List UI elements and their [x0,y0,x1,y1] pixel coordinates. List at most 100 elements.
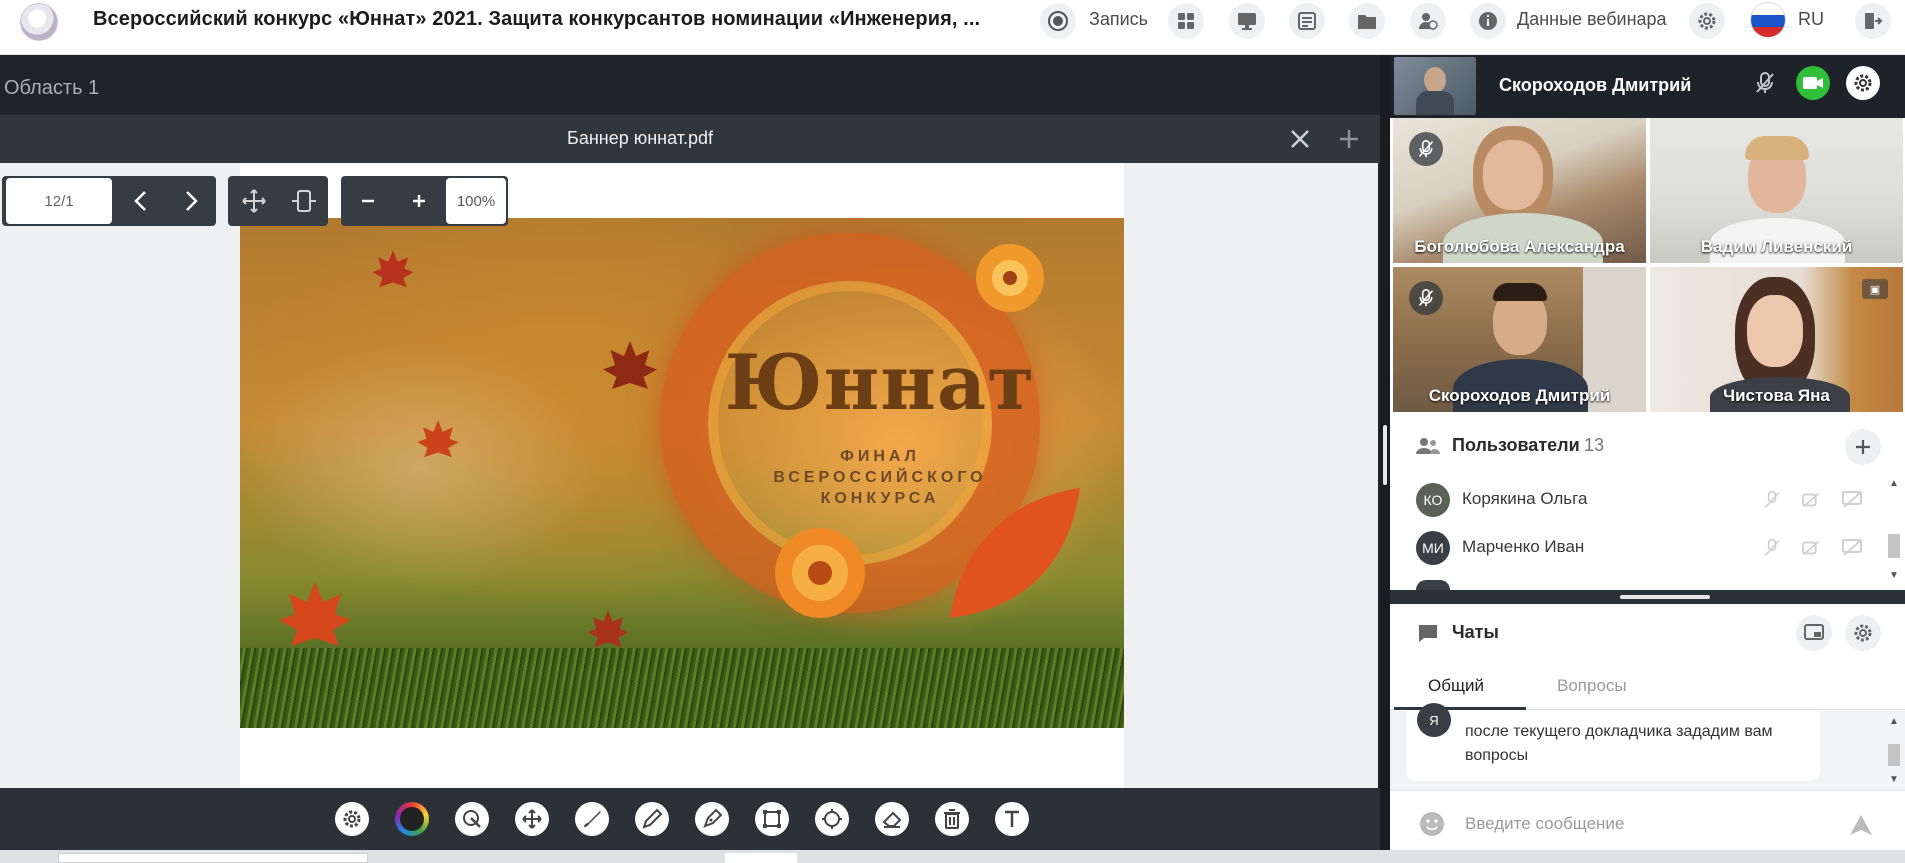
close-document-button[interactable] [1288,127,1312,151]
camera-icon [1803,77,1823,89]
page-indicator[interactable]: 12/1 [6,178,112,224]
color-swatch-icon [400,807,424,831]
user-add-icon [1419,13,1438,30]
video-tile-1[interactable]: Боголюбова Александра [1393,118,1646,263]
scroll-thumb[interactable] [1888,534,1900,558]
text-icon [1005,810,1019,827]
chat-export-button[interactable] [1796,615,1832,651]
screen-indicator-icon[interactable]: ▣ [1862,279,1888,299]
maple-leaf-icon [417,420,459,458]
users-icon [1416,438,1440,454]
zoom-level[interactable]: 100% [446,178,506,224]
taskbar-item[interactable] [58,853,368,863]
previous-page-button[interactable] [127,187,155,215]
gear-icon [1854,624,1872,642]
video-settings-button[interactable] [1846,66,1880,100]
mic-off-icon [1764,490,1780,509]
chevron-left-icon [134,191,146,211]
text-tool-button[interactable] [995,802,1029,836]
user-row[interactable]: КО Корякина Ольга [1390,476,1885,524]
resize-handle[interactable] [1620,595,1710,599]
delete-tool-button[interactable] [935,802,969,836]
plus-icon [1856,440,1870,454]
rectangle-tool-button[interactable] [755,802,789,836]
minus-icon [362,199,374,203]
language-label[interactable]: RU [1798,9,1824,30]
add-document-button[interactable] [1337,127,1361,151]
record-icon [1048,11,1068,31]
info-icon [1479,12,1497,30]
exit-button[interactable] [1855,3,1891,39]
draw-settings-button[interactable] [335,802,369,836]
pointer-tool-button[interactable] [455,802,489,836]
layouts-button[interactable] [1168,3,1204,39]
zoom-in-button[interactable] [405,187,433,215]
send-icon [1850,815,1872,835]
window-footer [0,850,1905,863]
app-logo[interactable] [20,3,58,41]
participant-name: Скороходов Дмитрий [1428,386,1611,405]
fit-width-button[interactable] [290,187,318,215]
document-icon [1298,12,1316,30]
chat-window-icon [1804,624,1824,640]
color-picker-button[interactable] [395,802,429,836]
scroll-down-icon[interactable]: ▼ [1889,774,1899,785]
files-button[interactable] [1349,3,1385,39]
drawing-toolbar [0,788,1380,850]
record-label[interactable]: Запись [1089,9,1148,30]
banner-subtitle-line1: ФИНАЛ [840,448,920,465]
message-input[interactable]: Введите сообщение [1465,814,1624,834]
webinar-info-button[interactable] [1470,3,1506,39]
users-scrollbar[interactable]: ▲ ▼ [1887,478,1901,588]
tab-general[interactable]: Общий [1428,676,1484,696]
notes-button[interactable] [1289,3,1325,39]
video-tile-2[interactable]: Вадим Ливенский [1650,118,1903,263]
settings-button[interactable] [1689,3,1725,39]
mic-off-icon [1418,289,1434,307]
speaker-thumbnail[interactable] [1394,57,1476,115]
message-text: после текущего докладчика зададим вам во… [1465,723,1773,764]
user-row[interactable]: МИ Марченко Иван [1390,524,1885,572]
tab-questions[interactable]: Вопросы [1557,676,1627,696]
video-tile-3[interactable]: Скороходов Дмитрий [1393,267,1646,412]
speaker-name: Скороходов Дмитрий [1499,75,1692,95]
eraser-tool-button[interactable] [875,802,909,836]
invite-user-button[interactable] [1845,429,1881,465]
screen-share-button[interactable] [1229,3,1265,39]
microphone-toggle[interactable] [1748,66,1782,100]
taskbar-item[interactable] [725,853,797,863]
mic-off-icon [1756,72,1774,93]
record-button[interactable] [1040,3,1076,39]
marker-tool-button[interactable] [695,802,729,836]
gear-icon [1854,74,1872,92]
brush-tool-button[interactable] [575,802,609,836]
marker-icon [703,808,723,828]
screen-off-icon [1842,491,1862,508]
mic-off-icon [1418,140,1434,158]
scroll-down-icon[interactable]: ▼ [1889,570,1899,581]
move-icon [522,809,542,829]
muted-indicator [1409,281,1443,315]
plus-icon [1340,130,1358,148]
ellipse-tool-button[interactable] [815,802,849,836]
camera-toggle[interactable] [1796,66,1830,100]
banner-image: Юннат ФИНАЛ ВСЕРОССИЙСКОГО КОНКУРСА [240,218,1124,728]
video-tile-4[interactable]: ▣ Чистова Яна [1650,267,1903,412]
scroll-up-icon[interactable]: ▲ [1889,478,1899,489]
red-leaf-icon [950,488,1080,618]
next-page-button[interactable] [177,187,205,215]
splitter-handle[interactable] [1383,425,1387,485]
scroll-up-icon[interactable]: ▲ [1889,716,1899,727]
language-flag-icon[interactable] [1750,2,1786,38]
chat-icon [1419,625,1437,642]
pencil-tool-button[interactable] [635,802,669,836]
chat-scrollbar[interactable]: ▲ ▼ [1887,716,1901,788]
zoom-out-button[interactable] [354,187,382,215]
fit-page-button[interactable] [240,187,268,215]
chat-settings-button[interactable] [1845,615,1881,651]
scroll-thumb[interactable] [1888,744,1900,766]
participant-hair [1493,283,1547,301]
add-participant-button[interactable] [1410,3,1446,39]
move-tool-button[interactable] [515,802,549,836]
webinar-info-label[interactable]: Данные вебинара [1517,9,1667,30]
